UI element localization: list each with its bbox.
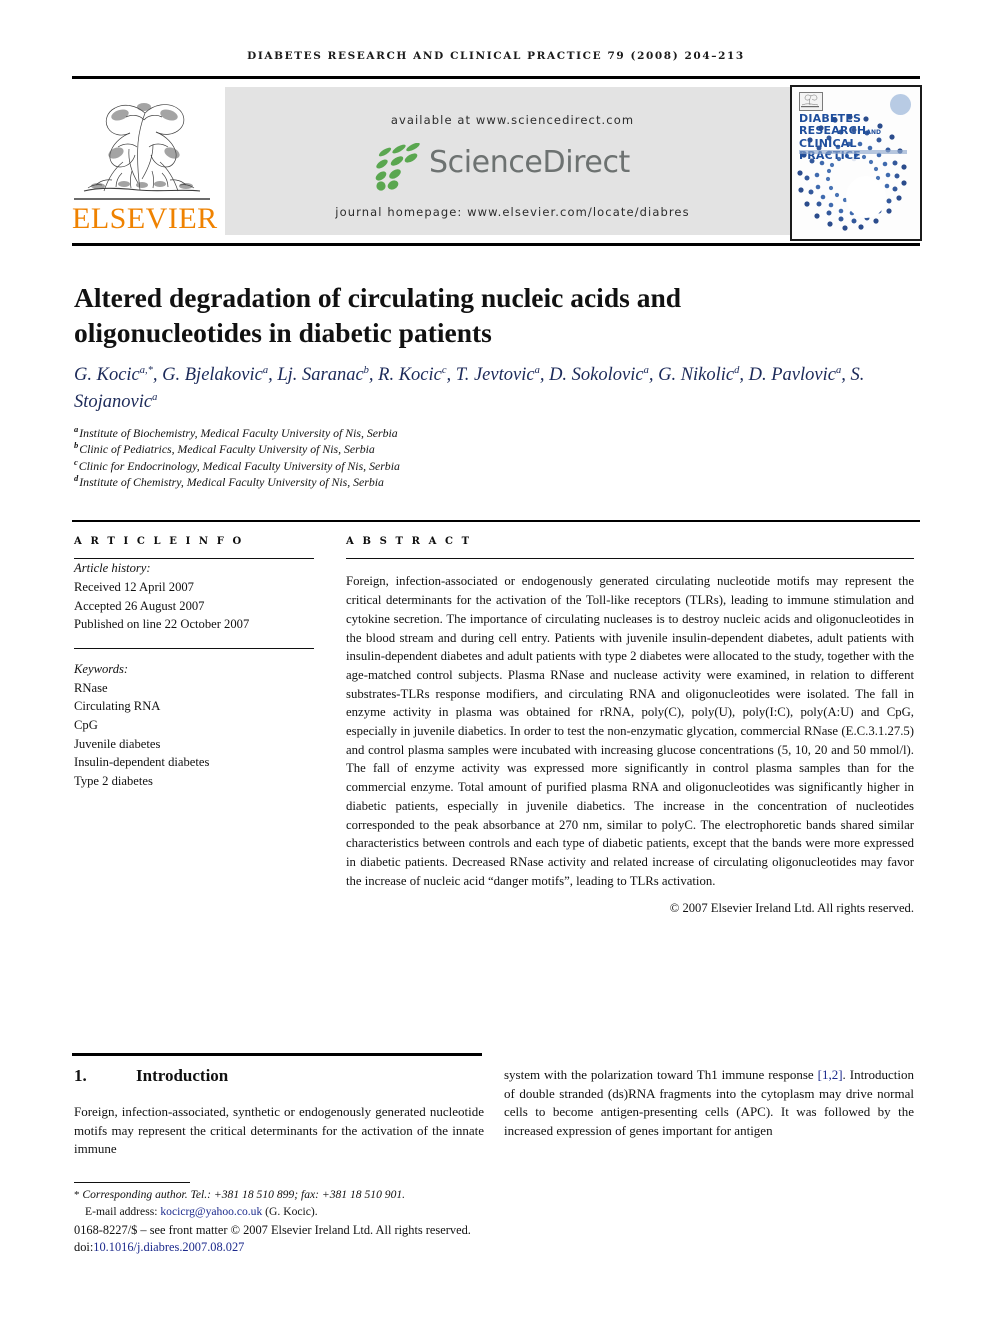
issn-line: 0168-8227/$ – see front matter © 2007 El… xyxy=(74,1223,471,1237)
sciencedirect-logo[interactable]: ScienceDirect xyxy=(225,139,800,193)
keyword-item: CpG xyxy=(74,717,98,732)
doi-link[interactable]: 10.1016/j.diabres.2007.08.027 xyxy=(93,1240,244,1254)
article-history-heading: Article history: xyxy=(74,561,151,576)
introduction-heading: 1. Introduction xyxy=(74,1066,484,1086)
keyword-item: RNase xyxy=(74,680,108,695)
elsevier-tree-icon xyxy=(74,87,210,199)
author-affiliation-marker: a xyxy=(262,364,269,376)
cover-title-line2: RESEARCH xyxy=(799,123,867,137)
sciencedirect-leaf-icon xyxy=(373,142,427,191)
author-name[interactable]: R. Kocic xyxy=(378,365,442,385)
author-name[interactable]: D. Sokolovic xyxy=(549,365,644,385)
footnote-block: * Corresponding author. Tel.: +381 18 51… xyxy=(74,1187,504,1220)
abstract-label: A B S T R A C T xyxy=(346,536,472,547)
elsevier-wordmark: ELSEVIER xyxy=(72,202,218,235)
affiliation-item: bClinic of Pediatrics, Medical Faculty U… xyxy=(74,440,375,457)
author-affiliation-marker: a,* xyxy=(139,364,153,376)
page-title: Altered degradation of circulating nucle… xyxy=(74,282,682,349)
article-history-items: Received 12 April 2007 Accepted 26 August… xyxy=(74,578,314,634)
abstract-column: A B S T R A C T Foreign, infection-assoc… xyxy=(346,536,914,916)
email-label: E-mail address: xyxy=(85,1204,158,1218)
available-at-text: available at www.sciencedirect.com xyxy=(390,113,635,127)
author-affiliation-marker: a xyxy=(534,364,540,376)
keywords-heading: Keywords: xyxy=(74,662,129,677)
sciencedirect-banner[interactable]: available at www.sciencedirect.com Scien… xyxy=(225,87,800,235)
journal-homepage-link[interactable]: journal homepage: www.elsevier.com/locat… xyxy=(225,205,800,219)
keyword-item: Type 2 diabetes xyxy=(74,773,153,788)
elsevier-logo-rule xyxy=(74,198,210,200)
masthead-bottom-rule xyxy=(72,243,920,246)
keyword-item: Insulin-dependent diabetes xyxy=(74,755,210,770)
footnote-marker: * xyxy=(74,1189,80,1201)
journal-cover-thumbnail[interactable]: DIABETES RESEARCHAND CLINICAL PRACTICE xyxy=(790,85,922,241)
author-name[interactable]: T. Jevtovic xyxy=(456,365,535,385)
keywords-block: Keywords: RNase Circulating RNA CpG Juvenil… xyxy=(74,660,314,790)
keyword-item: Circulating RNA xyxy=(74,699,161,714)
sciencedirect-wordmark: ScienceDirect xyxy=(429,145,630,180)
journal-article-page: DIABETES RESEARCH AND CLINICAL PRACTICE … xyxy=(0,0,992,1323)
cover-circle-accent-icon xyxy=(890,94,911,115)
author-affiliation-marker: a xyxy=(152,391,158,403)
footnote-rule xyxy=(74,1182,190,1184)
article-history: Article history: Received 12 April 2007 A… xyxy=(74,559,314,633)
abstract-text: Foreign, infection-associated or endogen… xyxy=(346,574,914,888)
elsevier-logo[interactable]: ELSEVIER xyxy=(72,85,218,240)
article-info-label: A R T I C L E I N F O xyxy=(74,536,244,547)
running-head: DIABETES RESEARCH AND CLINICAL PRACTICE … xyxy=(247,50,745,62)
author-name[interactable]: Lj. Saranac xyxy=(277,365,363,385)
author-name[interactable]: G. Nikolic xyxy=(658,365,734,385)
author-affiliation-marker: c xyxy=(441,364,447,376)
imprint-block: 0168-8227/$ – see front matter © 2007 El… xyxy=(74,1222,674,1255)
abstract-copyright: © 2007 Elsevier Ireland Ltd. All rights … xyxy=(669,901,914,916)
author-affiliation-marker: b xyxy=(363,364,369,376)
masthead: ELSEVIER available at www.sciencedirect.… xyxy=(72,85,922,241)
author-name[interactable]: G. Bjelakovic xyxy=(162,365,263,385)
author-affiliation-marker: a xyxy=(835,364,842,376)
cover-subtitle-bar xyxy=(799,150,907,154)
author-name[interactable]: D. Pavlovic xyxy=(749,365,836,385)
email-link[interactable]: kocicrg@yahoo.co.uk xyxy=(160,1205,262,1218)
info-abstract-top-rule xyxy=(72,520,920,522)
affiliation-item: aInstitute of Biochemistry, Medical Facu… xyxy=(74,424,398,440)
corresponding-author-text: Corresponding author. Tel.: +381 18 510 … xyxy=(82,1188,406,1201)
author-affiliation-marker: a xyxy=(643,364,649,376)
cover-title-and: AND xyxy=(866,128,881,136)
introduction-right-column: system with the polarization toward Th1 … xyxy=(504,1066,914,1141)
author-name[interactable]: G. Kocic xyxy=(74,365,140,385)
affiliation-item: dInstitute of Chemistry, Medical Faculty… xyxy=(74,473,384,490)
article-history-item: Accepted 26 August 2007 xyxy=(74,598,205,613)
affiliation-item: cClinic for Endocrinology, Medical Facul… xyxy=(74,456,400,473)
article-info-column: A R T I C L E I N F O Article history: R… xyxy=(74,536,314,790)
abstract-rule xyxy=(346,558,914,560)
doi-line: doi:10.1016/j.diabres.2007.08.027 xyxy=(74,1239,674,1256)
author-affiliation-marker: d xyxy=(734,364,740,376)
introduction-left-column: Foreign, infection-associated, synthetic… xyxy=(74,1104,484,1157)
cover-elsevier-mark-icon xyxy=(799,92,823,111)
keywords-rule xyxy=(74,647,314,650)
introduction-number: 1. xyxy=(74,1066,87,1085)
keyword-items: RNase Circulating RNA CpG Juvenile diabetes… xyxy=(74,679,314,791)
affiliation-list: aInstitute of Biochemistry, Medical Facu… xyxy=(74,425,774,491)
article-history-item: Received 12 April 2007 xyxy=(74,579,194,594)
email-attribution: (G. Kocic). xyxy=(265,1204,318,1218)
intro-right-pre-citation: system with the polarization toward Th1 … xyxy=(504,1067,818,1082)
citation-link[interactable]: [1,2] xyxy=(818,1067,843,1082)
introduction-rule xyxy=(72,1053,482,1056)
doi-prefix: doi: xyxy=(74,1239,94,1254)
header-rule xyxy=(72,76,920,79)
introduction-title: Introduction xyxy=(136,1066,229,1085)
article-history-item: Published on line 22 October 2007 xyxy=(74,617,250,632)
author-list: G. Kocica,*, G. Bjelakovica, Lj. Saranac… xyxy=(74,364,865,412)
keyword-item: Juvenile diabetes xyxy=(74,736,161,751)
